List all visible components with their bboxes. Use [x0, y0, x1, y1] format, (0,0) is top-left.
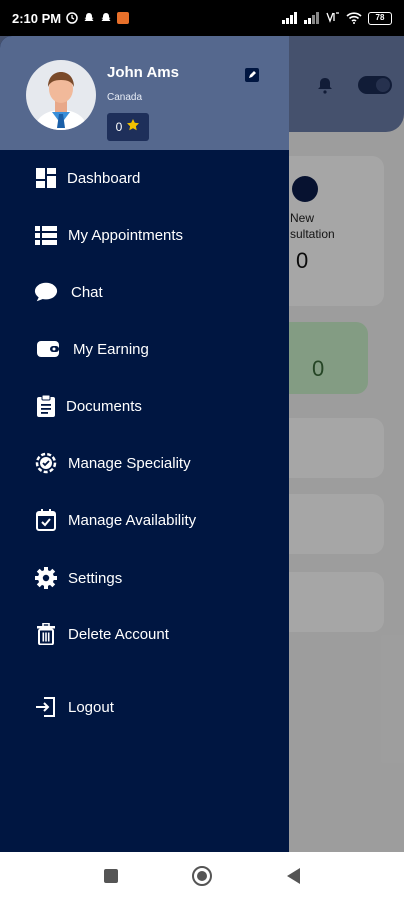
back-button[interactable] [282, 864, 306, 888]
wallet-icon [36, 337, 60, 361]
menu-item-documents[interactable]: Documents [0, 386, 289, 426]
navigation-drawer: John Ams Canada 0 Dashboard My Appointme… [0, 36, 289, 852]
menu-label-documents: Documents [66, 397, 142, 415]
menu-item-settings[interactable]: Settings [0, 558, 289, 598]
menu-label-manage-speciality: Manage Speciality [68, 454, 191, 472]
dashboard-icon [34, 166, 58, 190]
edit-icon[interactable] [244, 67, 260, 83]
app-notification-icon [117, 12, 130, 24]
menu-item-manage-speciality[interactable]: Manage Speciality [0, 443, 289, 483]
clock-alt-icon [66, 12, 78, 24]
status-bar: 2:10 PM 78 [0, 0, 404, 36]
battery-level: 78 [375, 13, 385, 22]
menu-item-delete-account[interactable]: Delete Account [0, 614, 289, 654]
settings-icon [34, 566, 58, 590]
menu-label-manage-availability: Manage Availability [68, 511, 197, 529]
avatar[interactable] [26, 60, 96, 130]
gear-badge-icon [34, 451, 58, 475]
battery-icon: 78 [368, 11, 392, 25]
calendar-check-icon [34, 508, 58, 532]
menu-label-logout: Logout [68, 698, 114, 716]
user-name: John Ams [107, 64, 179, 81]
snapchat-icon [100, 12, 112, 24]
logout-icon [34, 695, 58, 719]
home-button[interactable] [190, 864, 214, 888]
star-icon [126, 118, 140, 137]
list-icon [34, 223, 58, 247]
menu-item-my-earning[interactable]: My Earning [0, 329, 289, 369]
menu-item-manage-availability[interactable]: Manage Availability [0, 500, 289, 540]
drawer-header: John Ams Canada 0 [0, 36, 289, 150]
menu-item-my-appointments[interactable]: My Appointments [0, 215, 289, 255]
rating-badge: 0 [107, 113, 149, 141]
signal-icon [282, 12, 298, 24]
signal-icon [304, 12, 320, 24]
clipboard-icon [34, 394, 58, 418]
snapchat-icon [83, 12, 95, 24]
vowifi-icon [326, 12, 340, 24]
menu-label-chat: Chat [71, 283, 103, 301]
menu-label-dashboard: Dashboard [67, 169, 141, 187]
rating-value: 0 [115, 120, 123, 134]
chat-bubble-icon [34, 280, 58, 304]
menu-label-my-earning: My Earning [73, 340, 149, 358]
trash-icon [34, 622, 58, 646]
menu-label-my-appointments: My Appointments [68, 226, 184, 244]
menu-item-chat[interactable]: Chat [0, 272, 289, 312]
menu-item-logout[interactable]: Logout [0, 687, 289, 727]
recent-apps-button[interactable] [99, 864, 123, 888]
menu-item-dashboard[interactable]: Dashboard [0, 158, 289, 198]
status-time: 2:10 PM [12, 10, 62, 26]
menu-label-delete-account: Delete Account [68, 625, 169, 643]
system-navigation-bar [0, 852, 404, 900]
user-country: Canada [107, 92, 143, 103]
menu-label-settings: Settings [68, 569, 123, 587]
wifi-icon [346, 12, 362, 24]
